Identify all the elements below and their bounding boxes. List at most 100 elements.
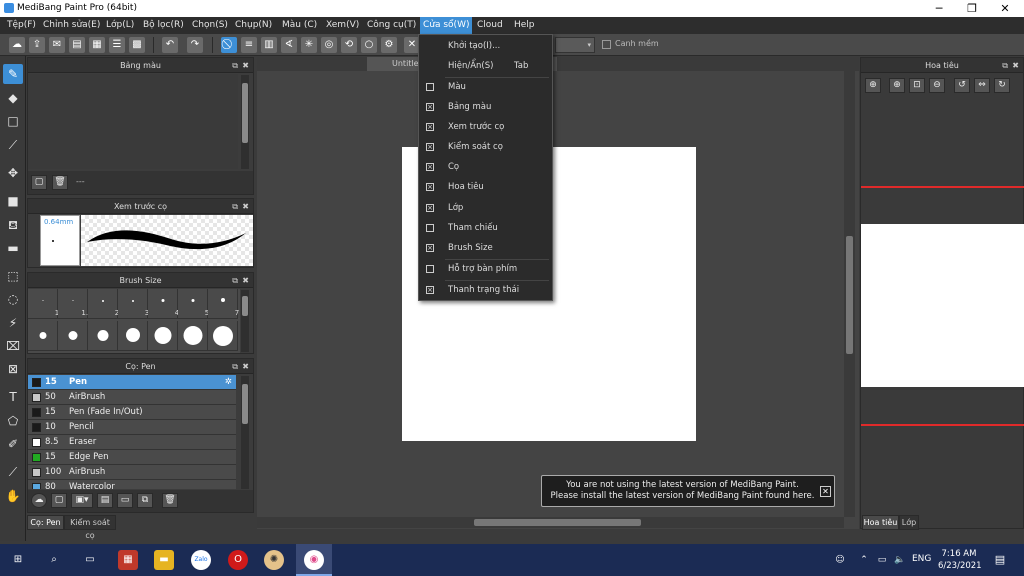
canvas-hscroll[interactable] — [257, 517, 844, 528]
brush-size-scrollbar[interactable] — [241, 290, 249, 352]
panel-close-icon[interactable]: ✖ — [242, 273, 249, 288]
opera-icon[interactable]: O — [228, 550, 248, 570]
brush-list-item[interactable]: 8.5 Eraser — [28, 435, 236, 450]
brush-size-cell[interactable] — [88, 321, 118, 351]
document-icon[interactable]: ▦ — [89, 37, 105, 53]
panel-close-icon[interactable]: ✖ — [242, 199, 249, 214]
brush-settings-icon[interactable]: ▤ — [97, 493, 113, 508]
undock-icon[interactable]: ⧉ — [1002, 58, 1008, 73]
menu-layer[interactable]: Lớp(L) — [103, 17, 137, 34]
dot-tool-icon[interactable]: □ — [3, 111, 23, 131]
chat-icon[interactable]: ▤ — [69, 37, 85, 53]
menu-item-reset[interactable]: Khởi tạo(I)... — [419, 36, 552, 56]
fill-rect-tool-icon[interactable]: ■ — [3, 191, 23, 211]
menu-item-brush-preview[interactable]: × Xem trước cọ — [419, 117, 552, 137]
menu-item-reference[interactable]: Tham chiếu — [419, 218, 552, 238]
eyedropper-tool-icon[interactable]: ✐ — [3, 434, 23, 454]
cloud-brush-icon[interactable]: ☁ — [31, 493, 47, 508]
angle-snap-icon[interactable]: ∢ — [281, 37, 297, 53]
brush-list-item[interactable]: 15 Edge Pen — [28, 450, 236, 465]
restore-icon[interactable]: ❐ — [955, 0, 989, 17]
select-tool-icon[interactable]: ⬚ — [3, 266, 23, 286]
duplicate-icon[interactable]: ⧉ — [137, 493, 153, 508]
brush-size-cell[interactable] — [148, 321, 178, 351]
delete-brush-icon[interactable]: 🗑 — [162, 493, 178, 508]
paint-palette-icon[interactable]: ✺ — [264, 550, 284, 570]
divide-tool-icon[interactable]: ⬠ — [3, 411, 23, 431]
comment-icon[interactable]: ✉ — [49, 37, 65, 53]
move-tool-icon[interactable]: ✥ — [3, 163, 23, 183]
chevron-up-icon[interactable]: ⌃ — [854, 550, 874, 570]
list-icon[interactable]: ☰ — [109, 37, 125, 53]
menu-item-status-bar[interactable]: × Thanh trạng thái — [419, 280, 552, 300]
line-tool-icon[interactable]: ⟋ — [3, 135, 23, 155]
magic-wand-tool-icon[interactable]: ⚡ — [3, 313, 23, 333]
undo-icon[interactable]: ↶ — [162, 37, 178, 53]
brush-size-cell[interactable]: 2 — [88, 289, 119, 319]
brush-size-cell[interactable] — [208, 321, 238, 351]
new-palette-icon[interactable]: ▢ — [31, 175, 47, 190]
pen-tool-icon[interactable]: ⟋ — [3, 462, 23, 482]
brush-list-item[interactable]: 15 Pen (Fade In/Out) — [28, 405, 236, 420]
brush-list-scrollbar[interactable] — [241, 376, 249, 489]
brush-list-item[interactable]: 50 AirBrush — [28, 390, 236, 405]
circle-snap-icon[interactable]: ◎ — [321, 37, 337, 53]
medibang-taskbar-button[interactable]: ◉ — [296, 544, 332, 576]
menu-tools[interactable]: Công cụ(T) — [364, 17, 419, 34]
undock-icon[interactable]: ⧉ — [232, 273, 238, 288]
menu-item-brush-size[interactable]: × Brush Size — [419, 238, 552, 258]
menu-item-color[interactable]: Màu — [419, 77, 552, 97]
menu-item-navigator[interactable]: × Hoa tiêu — [419, 177, 552, 197]
menu-help[interactable]: Help — [511, 17, 538, 34]
menu-item-layer[interactable]: × Lớp — [419, 198, 552, 218]
hand-tool-icon[interactable]: ✋ — [3, 486, 23, 506]
lasso-tool-icon[interactable]: ◌ — [3, 289, 23, 309]
menu-item-show-hide[interactable]: Hiện/Ẩn(S) Tab — [419, 56, 552, 76]
brush-size-cell[interactable]: 7 — [208, 289, 239, 319]
zoom-out-icon[interactable]: ⊖ — [929, 78, 945, 93]
brush-size-cell[interactable]: 1 — [28, 289, 59, 319]
grid-icon[interactable]: ▩ — [129, 37, 145, 53]
zalo-icon[interactable]: Zalo — [191, 550, 211, 570]
bucket-tool-icon[interactable]: ⛾ — [3, 215, 23, 235]
parallel-snap-icon[interactable]: ≡ — [241, 37, 257, 53]
curve-snap-icon[interactable]: ⟲ — [341, 37, 357, 53]
brush-list-item[interactable]: 15 Pen ✲ — [28, 375, 236, 390]
menu-cloud[interactable]: Cloud — [474, 17, 506, 34]
snap-checkbox[interactable] — [602, 40, 611, 49]
tab-brush-control[interactable]: Kiểm soát cọ — [64, 515, 116, 540]
update-notification[interactable]: You are not using the latest version of … — [541, 475, 835, 507]
brush-list-item[interactable]: 10 Pencil — [28, 420, 236, 435]
people-icon[interactable]: ☺ — [830, 550, 850, 570]
new-brush-icon[interactable]: ▢ — [51, 493, 67, 508]
brush-size-cell[interactable]: 4 — [148, 289, 179, 319]
grid-snap-icon[interactable]: ▥ — [261, 37, 277, 53]
add-brush-dropdown-icon[interactable]: ▣▾ — [71, 493, 93, 508]
delete-palette-icon[interactable]: 🗑 — [52, 175, 68, 190]
menu-view[interactable]: Xem(V) — [323, 17, 362, 34]
tab-navigator[interactable]: Hoa tiêu — [862, 515, 899, 530]
notification-close-icon[interactable]: ✕ — [820, 486, 831, 497]
menu-edit[interactable]: Chỉnh sửa(E) — [40, 17, 103, 34]
ellipse-snap-icon[interactable]: ○ — [361, 37, 377, 53]
task-view-icon[interactable]: ▭ — [80, 550, 100, 570]
brush-list-item[interactable]: 80 Watercolor — [28, 480, 236, 489]
menu-item-keyboard-support[interactable]: Hỗ trợ bàn phím — [419, 259, 552, 279]
menu-select[interactable]: Chọn(S) — [189, 17, 231, 34]
gear-icon[interactable]: ✲ — [225, 375, 232, 390]
undock-icon[interactable]: ⧉ — [232, 58, 238, 73]
settings-icon[interactable]: ⚙ — [381, 37, 397, 53]
canvas-vscroll[interactable] — [844, 71, 855, 517]
palette-scrollbar[interactable] — [241, 75, 249, 169]
select-pen-tool-icon[interactable]: ⌧ — [3, 336, 23, 356]
notification-center-icon[interactable]: ▤ — [990, 550, 1010, 570]
rotate-left-icon[interactable]: ↺ — [954, 78, 970, 93]
file-explorer-icon[interactable]: ▬ — [154, 550, 174, 570]
fit-window-icon[interactable]: ⊡ — [909, 78, 925, 93]
brush-size-cell[interactable]: 1.5 — [58, 289, 93, 319]
brush-size-cell[interactable] — [28, 321, 58, 351]
redo-icon[interactable]: ↷ — [187, 37, 203, 53]
tab-layer[interactable]: Lớp — [899, 515, 919, 530]
menu-color[interactable]: Màu (C) — [279, 17, 320, 34]
clock[interactable]: 7:16 AM 6/23/2021 — [938, 548, 982, 572]
